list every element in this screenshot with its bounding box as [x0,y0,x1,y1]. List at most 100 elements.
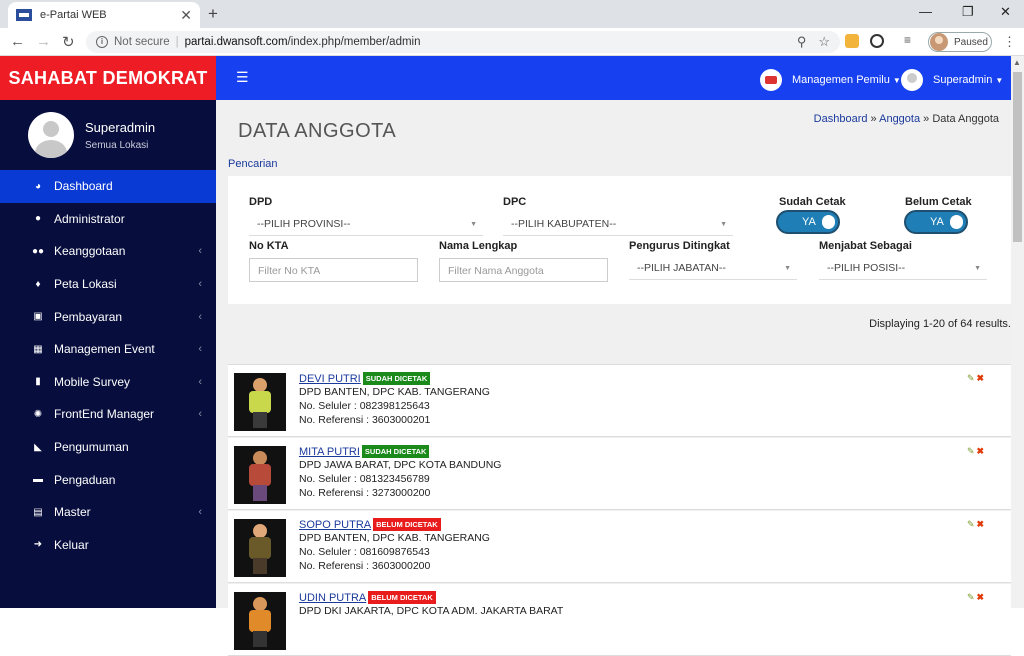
sidebar-item-managemen-event[interactable]: ▦ Managemen Event ‹ [0,333,216,366]
dropdown-arrow-icon: ▼ [720,221,727,228]
sidebar-item-label: Administrator [54,211,125,226]
main-content: DATA ANGGOTA Dashboard » Anggota » Data … [216,100,1011,656]
sidebar-item-pembayaran[interactable]: ▣ Pembayaran ‹ [0,300,216,333]
chevron-left-icon: ‹ [198,343,202,356]
extension-clock-icon[interactable] [870,34,884,48]
bookmark-star-icon[interactable]: ☆ [818,34,830,50]
nama-lengkap-input[interactable]: Filter Nama Anggota [439,258,608,282]
sidebar-item-keluar[interactable]: ➜ Keluar [0,529,216,562]
browser-tab[interactable]: e-Partai WEB ✕ [8,2,200,28]
sidebar-item-label: FrontEnd Manager [54,407,155,422]
search-toggle-link[interactable]: Pencarian [228,158,278,170]
chevron-down-icon: ▼ [892,75,901,85]
user-menu[interactable]: Superadmin ▼ [901,69,1003,91]
pengurus-ditingkat-select[interactable]: --PILIH JABATAN-- ▼ [629,258,797,280]
breadcrumb: Dashboard » Anggota » Data Anggota [813,113,999,125]
member-name-link[interactable]: MITA PUTRI [299,446,360,458]
user-icon: ● [34,213,42,225]
breadcrumb-anggota[interactable]: Anggota [879,113,920,125]
sidebar-item-pengaduan[interactable]: ▬ Pengaduan [0,463,216,496]
brand-logo[interactable]: SAHABAT DEMOKRAT [0,56,216,100]
sidebar-item-label: Managemen Event [54,342,155,357]
member-photo [234,446,286,504]
message-icon: ▬ [33,474,43,486]
bullhorn-icon: ◣ [34,441,42,453]
new-tab-icon[interactable]: + [208,4,218,24]
managemen-pemilu-menu[interactable]: Managemen Pemilu ▼ [760,69,901,91]
sidebar-item-master[interactable]: ▤ Master ‹ [0,496,216,529]
breadcrumb-dashboard[interactable]: Dashboard [814,113,868,125]
edit-pencil-icon[interactable]: ✎ [967,373,975,384]
belum-cetak-label: Belum Cetak [905,196,972,208]
browser-menu-icon[interactable]: ⋮ [1003,34,1016,50]
dashboard-icon: ◕ [34,180,42,192]
url-host: partai.dwansoft.com [184,36,288,48]
dpd-select[interactable]: --PILIH PROVINSI-- ▼ [249,214,483,236]
profile-avatar [930,33,948,51]
calendar-icon: ▦ [33,343,43,355]
delete-icon[interactable]: ✖ [977,519,985,530]
edit-pencil-icon[interactable]: ✎ [967,519,975,530]
url-field[interactable]: i Not secure | partai.dwansoft.com /inde… [86,31,840,53]
extension-icon[interactable] [845,34,859,48]
sidebar-item-pengumuman[interactable]: ◣ Pengumuman [0,431,216,464]
close-window-icon[interactable]: ✕ [1000,4,1011,20]
sidebar-item-administrator[interactable]: ● Administrator [0,203,216,236]
restore-icon[interactable]: ❐ [962,4,974,20]
back-icon[interactable]: ← [10,33,25,50]
forward-icon[interactable]: → [36,33,51,50]
sidebar-item-label: Keluar [54,537,89,552]
hamburger-icon[interactable]: ☰ [236,69,249,86]
reload-icon[interactable]: ↻ [62,33,75,51]
browser-tab-bar: e-Partai WEB ✕ + — ❐ ✕ [0,0,1024,28]
user-panel: Superadmin Semua Lokasi [0,100,216,170]
sidebar-item-label: Keanggotaan [54,244,126,259]
menjabat-sebagai-select[interactable]: --PILIH POSISI-- ▼ [819,258,987,280]
delete-icon[interactable]: ✖ [977,446,985,457]
sidebar-item-mobile-survey[interactable]: ▮ Mobile Survey ‹ [0,366,216,399]
sudah-cetak-label: Sudah Cetak [779,196,846,208]
dropdown-arrow-icon: ▼ [974,265,981,272]
sidebar-menu: ◕ Dashboard ● Administrator ●● Keanggotaan ‹ ♦ P… [0,170,216,561]
list-item: UDIN PUTRA BELUM DICETAK DPD DKI JAKARTA, … [228,584,1011,656]
info-icon[interactable]: i [96,36,108,48]
sidebar-item-frontend-manager[interactable]: ✺ FrontEnd Manager ‹ [0,398,216,431]
member-name-link[interactable]: SOPO PUTRA [299,519,371,531]
tab-title: e-Partai WEB [40,9,107,21]
belum-cetak-toggle[interactable]: YA [904,210,968,234]
sidebar-item-dashboard[interactable]: ◕ Dashboard [0,170,216,203]
dpc-label: DPC [503,196,527,208]
user-avatar-small [901,69,923,91]
member-region: DPD DKI JAKARTA, DPC KOTA ADM. JAKARTA B… [299,605,564,617]
delete-icon[interactable]: ✖ [977,373,985,384]
dpc-select[interactable]: --PILIH KABUPATEN-- ▼ [503,214,733,236]
profile-paused-button[interactable]: Paused [928,32,992,52]
user-avatar [28,112,74,158]
no-kta-input[interactable]: Filter No KTA [249,258,418,282]
member-region: DPD BANTEN, DPC KAB. TANGERANG [299,386,490,398]
edit-pencil-icon[interactable]: ✎ [967,446,975,457]
sidebar-item-peta-lokasi[interactable]: ♦ Peta Lokasi ‹ [0,268,216,301]
member-region: DPD BANTEN, DPC KAB. TANGERANG [299,532,490,544]
sidebar-item-keanggotaan[interactable]: ●● Keanggotaan ‹ [0,235,216,268]
chevron-left-icon: ‹ [198,310,202,323]
zoom-icon[interactable]: ⚲ [797,34,807,50]
scroll-thumb[interactable] [1013,72,1022,242]
scroll-up-icon[interactable]: ▲ [1013,58,1021,67]
playlist-icon[interactable]: ≡ [904,33,911,47]
page-scrollbar[interactable]: ▲ [1011,56,1024,608]
sudah-cetak-toggle[interactable]: YA [776,210,840,234]
close-tab-icon[interactable]: ✕ [180,7,192,24]
sidebar-item-label: Dashboard [54,179,113,194]
member-name-link[interactable]: DEVI PUTRI [299,373,361,385]
minimize-icon[interactable]: — [919,4,932,19]
users-icon: ●● [32,245,45,257]
sign-out-icon: ➜ [33,539,43,551]
member-name-link[interactable]: UDIN PUTRA [299,592,366,604]
edit-pencil-icon[interactable]: ✎ [967,592,975,603]
member-referensi: No. Referensi : 3273000200 [299,487,431,499]
chevron-left-icon: ‹ [198,375,202,388]
delete-icon[interactable]: ✖ [977,592,985,603]
breadcrumb-current: Data Anggota [932,113,999,125]
sidebar-item-label: Pengaduan [54,472,116,487]
